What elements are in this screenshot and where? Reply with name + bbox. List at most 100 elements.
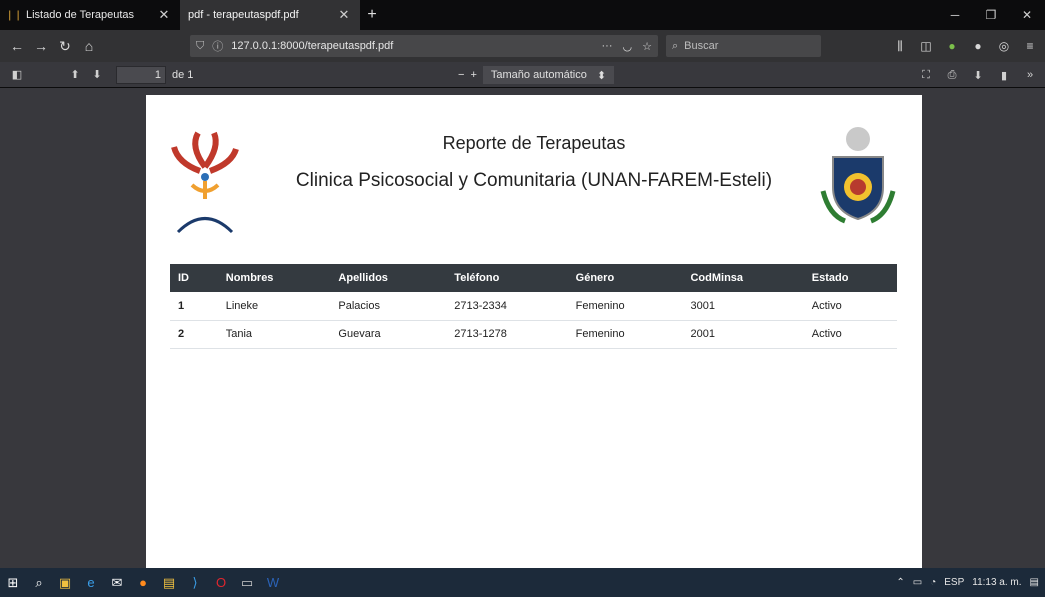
table-cell: 2001 (682, 320, 804, 349)
pdf-toolbar: ◧ ⬆ ⬇ 1 de 1 − + Tamaño automático ⬍ ⛶ ⎙… (0, 62, 1045, 88)
store-icon[interactable]: ▣ (52, 568, 78, 597)
tab-listado[interactable]: ❘❘ Listado de Terapeutas ✕ (0, 0, 180, 30)
extension-icon[interactable]: ● (941, 35, 963, 57)
notifications-icon[interactable]: ▤ (1030, 577, 1039, 588)
table-cell: Femenino (567, 320, 683, 349)
pdf-actions: ⛶ ⎙ ⬇ ▮ » (915, 64, 1041, 86)
home-icon[interactable]: ⌂ (78, 35, 100, 57)
table-cell: 2 (170, 320, 218, 349)
close-tab-icon[interactable]: ✕ (156, 7, 172, 23)
file-explorer-icon[interactable]: ▤ (156, 568, 182, 597)
pocket-icon[interactable]: ◡ (623, 40, 633, 53)
table-cell: Guevara (330, 320, 447, 349)
university-seal-icon (820, 127, 896, 224)
extension-icon[interactable]: ● (967, 35, 989, 57)
navigation-bar: ← → ↻ ⌂ ⛉ ⓘ 127.0.0.1:8000/terapeutaspdf… (0, 30, 1045, 62)
system-tray: ⌃ ▭ ◔ ESP 11:13 a. m. ▤ (896, 568, 1039, 597)
page-actions-icon[interactable]: ··· (602, 40, 613, 53)
search-placeholder: Buscar (684, 40, 719, 52)
table-header-row: ID Nombres Apellidos Teléfono Género Cod… (170, 264, 897, 292)
table-cell: Activo (803, 292, 897, 321)
column-header: ID (170, 264, 218, 292)
edge-icon[interactable]: e (78, 568, 104, 597)
forward-icon[interactable]: → (30, 35, 52, 57)
table-cell: 2713-1278 (446, 320, 568, 349)
column-header: CodMinsa (682, 264, 804, 292)
battery-icon[interactable]: ▭ (913, 577, 922, 588)
new-tab-button[interactable]: + (360, 0, 384, 30)
clock[interactable]: 11:13 a. m. (972, 577, 1021, 588)
terminal-icon[interactable]: ▭ (234, 568, 260, 597)
wifi-icon[interactable]: ◔ (930, 577, 936, 588)
table-cell: 2713-2334 (446, 292, 568, 321)
therapists-table: ID Nombres Apellidos Teléfono Género Cod… (170, 264, 897, 349)
start-windows-icon[interactable]: ⊞ (0, 568, 26, 597)
table-cell: 3001 (682, 292, 804, 321)
vscode-icon[interactable]: ⟩ (182, 568, 208, 597)
table-cell: Palacios (330, 292, 447, 321)
site-favicon-icon: ❘❘ (5, 9, 23, 21)
zoom-in-icon[interactable]: + (470, 69, 476, 81)
print-icon[interactable]: ⎙ (941, 64, 963, 86)
url-bar[interactable]: ⛉ ⓘ 127.0.0.1:8000/terapeutaspdf.pdf ···… (190, 35, 658, 57)
window-controls: ─ ❐ ✕ (937, 0, 1045, 30)
clinic-logo-icon (171, 131, 239, 234)
search-input[interactable]: ⌕ Buscar (666, 35, 821, 57)
search-icon: ⌕ (672, 39, 679, 52)
close-window-icon[interactable]: ✕ (1009, 0, 1045, 30)
word-icon[interactable]: W (260, 568, 286, 597)
presentation-mode-icon[interactable]: ⛶ (915, 64, 937, 86)
close-tab-icon[interactable]: ✕ (336, 7, 352, 23)
mail-icon[interactable]: ✉ (104, 568, 130, 597)
info-icon[interactable]: ⓘ (212, 38, 223, 54)
previous-page-icon[interactable]: ⬆ (64, 64, 86, 86)
tab-pdf[interactable]: pdf - terapeutaspdf.pdf ✕ (180, 0, 360, 30)
zoom-select[interactable]: Tamaño automático ⬍ (482, 66, 615, 84)
page-number-input[interactable]: 1 (116, 65, 166, 84)
tracking-shield-icon[interactable]: ⛉ (196, 40, 204, 53)
search-icon[interactable]: ⌕ (26, 568, 52, 597)
minimize-icon[interactable]: ─ (937, 0, 973, 30)
toolbar-icons: ⫼ ◫ ● ● ◎ ≡ (889, 35, 1041, 57)
opera-icon[interactable]: O (208, 568, 234, 597)
chevron-up-icon[interactable]: ⌃ (896, 577, 904, 588)
zoom-controls: − + Tamaño automático ⬍ (458, 66, 615, 84)
column-header: Teléfono (446, 264, 568, 292)
menu-icon[interactable]: ≡ (1019, 35, 1041, 57)
zoom-label: Tamaño automático (490, 69, 587, 81)
bookmark-icon[interactable]: ▮ (993, 64, 1015, 86)
bookmark-star-icon[interactable]: ☆ (642, 40, 652, 53)
page-total: de 1 (172, 68, 194, 81)
reload-icon[interactable]: ↻ (54, 35, 76, 57)
tools-chevron-icon[interactable]: » (1019, 64, 1041, 86)
extension-icon[interactable]: ◎ (993, 35, 1015, 57)
tab-title: Listado de Terapeutas (26, 9, 135, 21)
restore-icon[interactable]: ❐ (973, 0, 1009, 30)
table-cell: Tania (217, 320, 331, 349)
toggle-sidebar-icon[interactable]: ◧ (6, 64, 28, 86)
table-row: 2 Tania Guevara 2713-1278 Femenino 2001 … (170, 320, 897, 349)
tab-bar: ❘❘ Listado de Terapeutas ✕ pdf - terapeu… (0, 0, 1045, 30)
table-cell: Femenino (567, 292, 683, 321)
sidebar-icon[interactable]: ◫ (915, 35, 937, 57)
language-indicator[interactable]: ESP (944, 577, 964, 588)
firefox-icon[interactable]: ● (130, 568, 156, 597)
library-icon[interactable]: ⫼ (889, 35, 911, 57)
url-text[interactable]: 127.0.0.1:8000/terapeutaspdf.pdf (231, 40, 601, 52)
report-subtitle: Clinica Psicosocial y Comunitaria (UNAN-… (295, 170, 773, 191)
zoom-out-icon[interactable]: − (458, 69, 464, 81)
table-cell: Lineke (217, 292, 331, 321)
pdf-viewer[interactable]: Reporte de Terapeutas Clinica Psicosocia… (0, 88, 1045, 568)
windows-taskbar: ⊞ ⌕ ▣ e ✉ ● ▤ ⟩ O ▭ W ⌃ ▭ ◔ ESP 11:13 a.… (0, 568, 1045, 597)
next-page-icon[interactable]: ⬇ (86, 64, 108, 86)
column-header: Género (567, 264, 683, 292)
back-icon[interactable]: ← (6, 35, 28, 57)
table-row: 1 Lineke Palacios 2713-2334 Femenino 300… (170, 292, 897, 321)
column-header: Nombres (217, 264, 331, 292)
tab-title: pdf - terapeutaspdf.pdf (188, 9, 299, 21)
column-header: Apellidos (330, 264, 447, 292)
table-cell: 1 (170, 292, 218, 321)
column-header: Estado (803, 264, 897, 292)
table-cell: Activo (803, 320, 897, 349)
download-icon[interactable]: ⬇ (967, 64, 989, 86)
